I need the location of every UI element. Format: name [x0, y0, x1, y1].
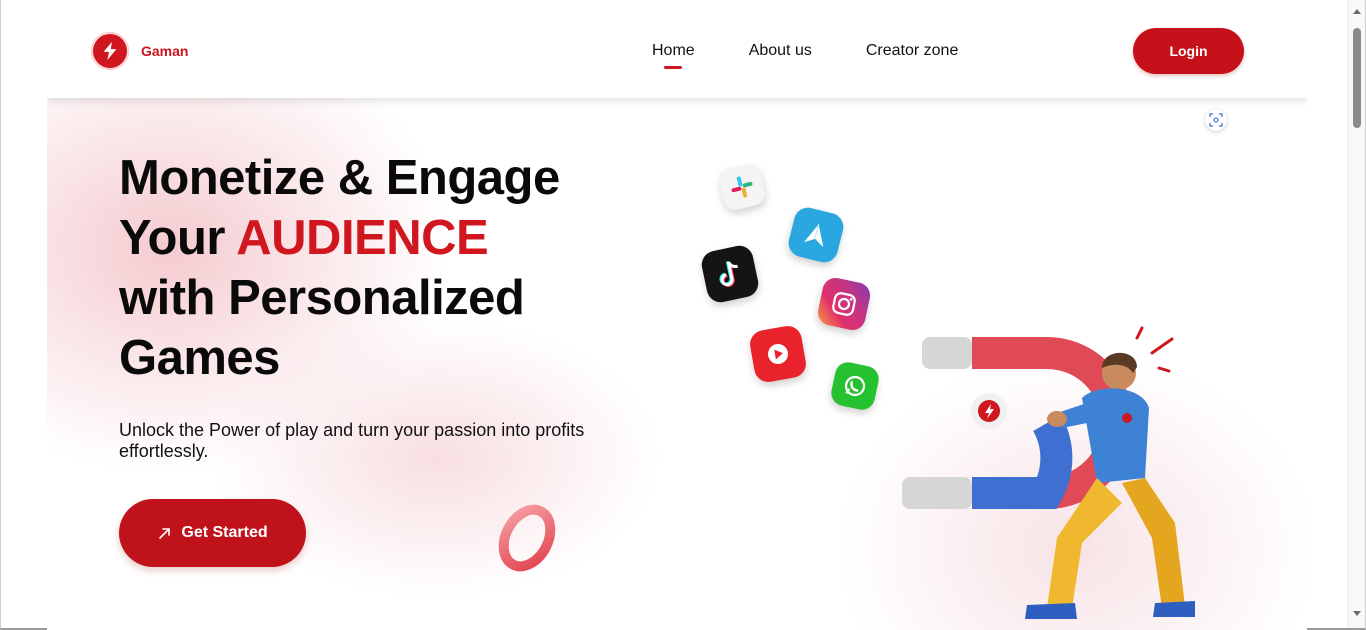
- brand[interactable]: Gaman: [91, 32, 188, 70]
- hero-title-line-2-prefix: Your: [119, 211, 237, 265]
- scrollbar-thumb[interactable]: [1353, 28, 1361, 128]
- nav-link-home[interactable]: Home: [652, 42, 695, 69]
- youtube-icon: [747, 323, 809, 385]
- hero-subtitle: Unlock the Power of play and turn your p…: [119, 420, 585, 461]
- whatsapp-icon: [828, 359, 882, 413]
- vertical-scrollbar[interactable]: [1347, 0, 1365, 628]
- hero-title-line-3: with Personalized: [119, 271, 525, 325]
- get-started-label: Get Started: [181, 524, 268, 541]
- landing-page: Gaman Home About us Creator zone Login M…: [47, 6, 1307, 630]
- lightning-bolt-icon: [91, 32, 129, 70]
- hero-title-line-4: Games: [119, 331, 280, 385]
- get-started-button[interactable]: Get Started: [119, 499, 306, 567]
- login-button[interactable]: Login: [1133, 28, 1244, 74]
- instagram-icon: [815, 275, 873, 333]
- scroll-up-arrow-icon[interactable]: [1353, 9, 1361, 14]
- hero-section: Monetize & Engage Your AUDIENCE with Per…: [47, 98, 1307, 630]
- screen-capture-icon[interactable]: [1205, 109, 1227, 131]
- scroll-down-arrow-icon[interactable]: [1353, 611, 1361, 616]
- brand-name: Gaman: [141, 43, 189, 59]
- browser-viewport: Gaman Home About us Creator zone Login M…: [0, 0, 1366, 630]
- nav-link-about-us[interactable]: About us: [749, 42, 812, 60]
- main-nav: Home About us Creator zone: [652, 42, 959, 69]
- top-navbar: Gaman Home About us Creator zone Login: [47, 6, 1307, 98]
- nav-link-creator-zone[interactable]: Creator zone: [866, 42, 959, 60]
- hero-title: Monetize & Engage Your AUDIENCE with Per…: [119, 148, 679, 388]
- tiktok-icon: [699, 243, 761, 305]
- slack-icon: [716, 161, 768, 213]
- man-with-magnet-illustration: [902, 326, 1195, 619]
- hero-title-accent: AUDIENCE: [236, 211, 489, 265]
- decorative-ring-icon: [498, 504, 556, 572]
- arrow-up-right-icon: [159, 528, 171, 539]
- telegram-icon: [785, 204, 847, 266]
- hero-title-line-1: Monetize & Engage: [119, 151, 560, 205]
